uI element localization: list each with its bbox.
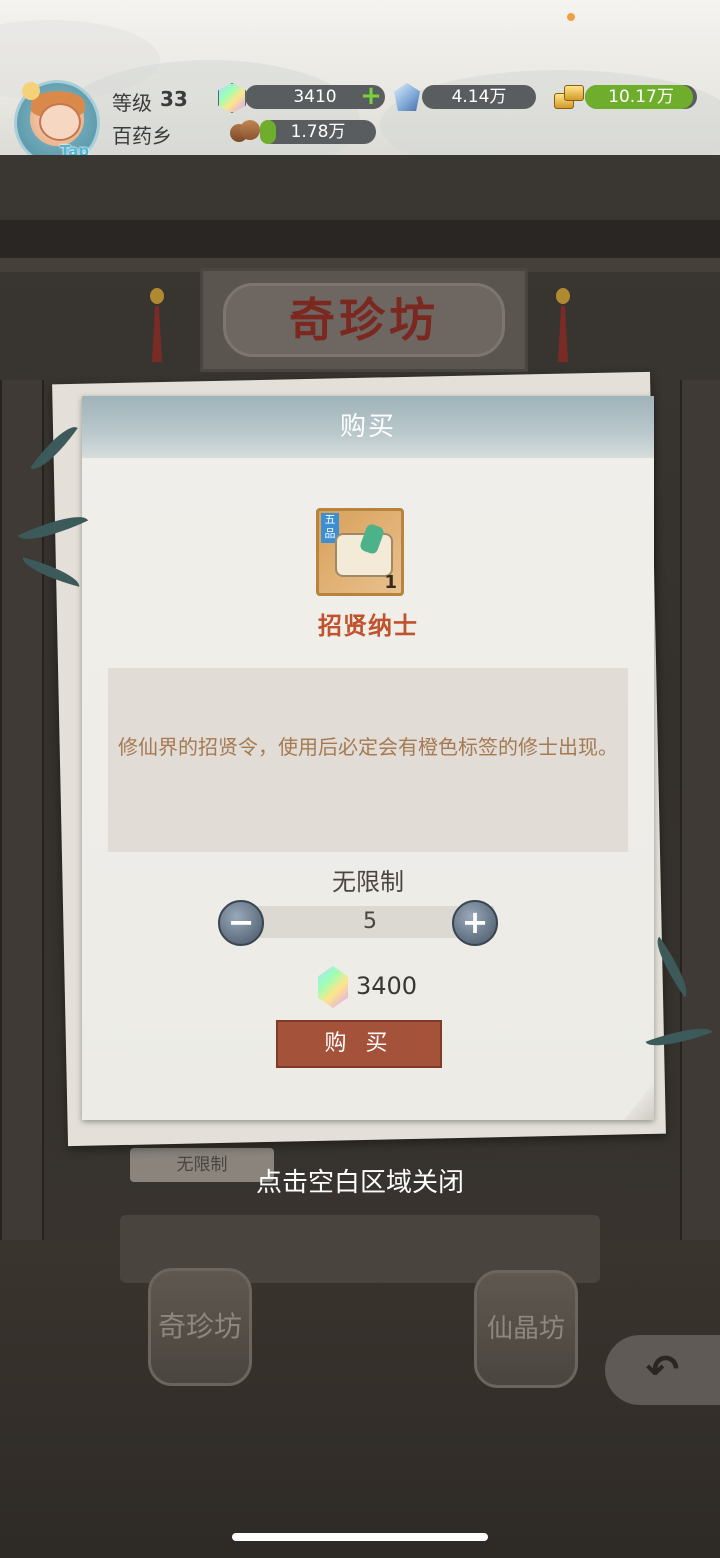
purchase-limit-label: 无限制 [332,868,404,896]
gold-amount: 10.17万 [608,87,674,107]
add-gem-button[interactable]: + [360,83,382,109]
back-arrow-icon[interactable]: ↶ [605,1335,720,1405]
wood-progress-fill [260,120,277,144]
tassel-decoration [150,288,164,368]
crystal-amount: 4.14万 [451,87,507,107]
wood-resource-bar: 1.78万 [260,120,376,144]
home-indicator[interactable] [232,1533,488,1541]
level-label: 等级 [112,91,152,115]
wood-icon [230,118,260,144]
item-count: 1 [384,572,397,593]
page-curl [624,1082,654,1120]
pillar-right [680,380,720,1280]
pillar-left [0,380,44,1280]
item-icon-frame[interactable]: 五品 1 [316,508,404,596]
sun-icon [22,82,40,100]
item-description: 修仙界的招贤令，使用后必定会有橙色标签的修士出现。 [108,668,628,852]
shop-tab-xianjingfang[interactable]: 仙晶坊 [474,1270,578,1388]
top-status-bar: Tap 等级 33 百药乡 3410 + 4.14万 10.17万 1.78万 [0,0,720,158]
mountain-decoration [380,70,720,155]
price-value: 3400 [356,972,418,1000]
tassel-decoration [556,288,570,368]
shop-floor [0,1240,720,1558]
purchase-dialog: 购买 五品 1 招贤纳士 修仙界的招贤令，使用后必定会有橙色标签的修士出现。 无… [82,396,654,1120]
shop-tab-qizhenfang[interactable]: 奇珍坊 [148,1268,252,1386]
wood-amount: 1.78万 [290,122,346,142]
gold-resource-bar: 10.17万 [585,85,697,109]
item-name: 招贤纳士 [318,612,418,640]
gem-amount: 3410 [293,87,337,107]
location-name: 百药乡 [112,124,172,148]
minus-icon[interactable]: − [218,900,264,946]
gold-icon [552,83,584,109]
shop-signboard: 奇珍坊 [200,268,528,372]
shop-sign-title: 奇珍坊 [223,283,505,357]
close-hint: 点击空白区域关闭 [255,1168,464,1198]
level-value: 33 [160,87,188,111]
notification-dot [567,13,575,21]
buy-button[interactable]: 购 买 [276,1020,442,1068]
crystal-resource-bar: 4.14万 [422,85,536,109]
plus-icon[interactable]: + [452,900,498,946]
dialog-title: 购买 [82,396,654,458]
crystal-icon [394,83,420,111]
roof-beam [0,220,720,262]
gem-icon [318,966,348,1008]
